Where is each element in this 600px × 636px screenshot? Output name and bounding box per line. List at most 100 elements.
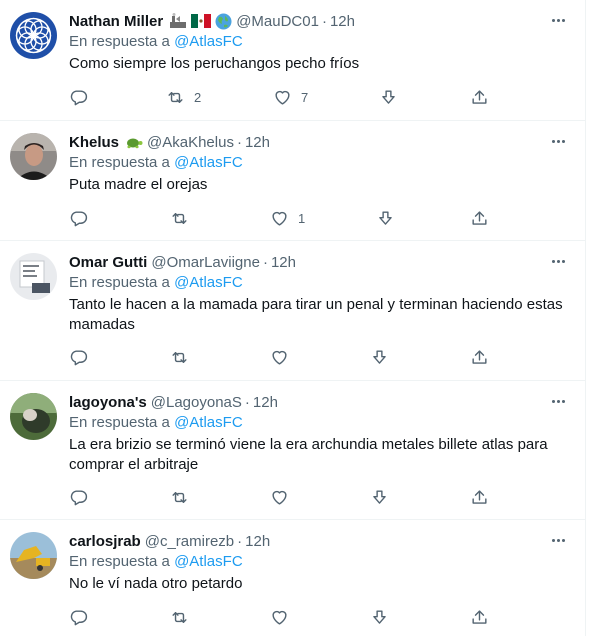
reply-mention-link[interactable]: @AtlasFC (174, 274, 243, 291)
reply-icon (70, 489, 88, 505)
retweet-count: 2 (194, 89, 202, 105)
reply-prefix: En respuesta a (69, 553, 170, 570)
timestamp[interactable]: 12h (330, 13, 355, 30)
retweet-button[interactable]: 2 (166, 86, 201, 108)
heart-icon (272, 350, 287, 365)
reply-button[interactable] (69, 86, 88, 108)
downvote-button[interactable] (370, 606, 389, 628)
reply-button[interactable] (69, 207, 88, 229)
reply-prefix: En respuesta a (69, 414, 170, 431)
tweet[interactable]: lagoyona's @LagoyonaS · 12h En respuesta… (0, 381, 585, 520)
retweet-icon (172, 212, 187, 224)
separator-dot: · (237, 532, 243, 550)
like-button[interactable] (270, 346, 289, 368)
retweet-icon (172, 491, 187, 503)
downvote-arrow-icon (379, 210, 392, 225)
tweet[interactable]: Nathan Miller @MauDC01 · 12h En respuest… (0, 0, 585, 121)
downvote-arrow-icon (382, 89, 395, 104)
globe-emoji (215, 13, 232, 29)
downvote-button[interactable] (370, 486, 389, 508)
share-button[interactable] (470, 86, 489, 108)
timestamp[interactable]: 12h (253, 394, 278, 411)
like-button[interactable] (270, 486, 289, 508)
retweet-icon (172, 611, 187, 623)
heart-icon (272, 490, 287, 505)
reply-mention-link[interactable]: @AtlasFC (174, 33, 243, 50)
tweet-text: Como siempre los peruchangos pecho fríos (69, 55, 360, 72)
retweet-button[interactable] (170, 486, 189, 508)
reply-prefix: En respuesta a (69, 154, 170, 171)
reply-context: En respuesta a @AtlasFC (69, 153, 571, 173)
like-button[interactable] (270, 606, 289, 628)
more-options-icon[interactable] (545, 131, 571, 151)
heart-icon (272, 211, 287, 226)
separator-dot: · (262, 253, 268, 271)
handle[interactable]: @AkaKhelus (147, 134, 234, 151)
more-options-icon[interactable] (545, 530, 571, 550)
avatar[interactable] (10, 532, 57, 579)
more-options-icon[interactable] (545, 391, 571, 411)
reply-mention-link[interactable]: @AtlasFC (174, 414, 243, 431)
tweet-text: La era brizio se terminó viene la era ar… (69, 436, 548, 473)
handle[interactable]: @MauDC01 (236, 13, 319, 30)
handle[interactable]: @LagoyonaS (151, 394, 242, 411)
factory-emoji (170, 13, 187, 28)
tweet-text: Puta madre el orejas (69, 176, 208, 193)
retweet-button[interactable] (170, 207, 189, 229)
downvote-button[interactable] (370, 346, 389, 368)
retweet-icon (168, 91, 183, 103)
share-button[interactable] (470, 606, 489, 628)
share-button[interactable] (470, 486, 489, 508)
reply-prefix: En respuesta a (69, 274, 170, 291)
tweet[interactable]: Omar Gutti @OmarLaviigne · 12h En respue… (0, 241, 585, 381)
display-name[interactable]: Omar Gutti (69, 254, 147, 271)
mexico-flag-emoji (191, 14, 212, 28)
reply-button[interactable] (69, 606, 88, 628)
tweet[interactable]: Khelus @AkaKhelus · 12h En respuesta a @… (0, 121, 585, 241)
downvote-arrow-icon (373, 489, 386, 504)
avatar[interactable] (10, 12, 57, 59)
tweet[interactable]: carlosjrab @c_ramirezb · 12h En respuest… (0, 520, 585, 636)
reply-button[interactable] (69, 486, 88, 508)
timestamp[interactable]: 12h (271, 254, 296, 271)
downvote-button[interactable] (376, 207, 395, 229)
timestamp[interactable]: 12h (245, 134, 270, 151)
handle[interactable]: @OmarLaviigne (151, 254, 260, 271)
share-icon (472, 489, 487, 504)
downvote-button[interactable] (379, 86, 398, 108)
share-icon (472, 609, 487, 624)
share-icon (472, 349, 487, 364)
display-name[interactable]: Nathan Miller (69, 13, 163, 30)
separator-dot: · (244, 393, 250, 411)
share-button[interactable] (470, 346, 489, 368)
display-name[interactable]: carlosjrab (69, 533, 141, 550)
reply-mention-link[interactable]: @AtlasFC (174, 154, 243, 171)
reply-icon (70, 210, 88, 226)
handle[interactable]: @c_ramirezb (145, 533, 234, 550)
like-button[interactable]: 7 (273, 86, 308, 108)
avatar[interactable] (10, 133, 57, 180)
retweet-button[interactable] (170, 606, 189, 628)
downvote-arrow-icon (373, 349, 386, 364)
tweet-text: Tanto le hacen a la mamada para tirar un… (69, 296, 563, 333)
like-button[interactable]: 1 (270, 207, 305, 229)
more-options-icon[interactable] (545, 10, 571, 30)
heart-icon (275, 90, 290, 105)
avatar[interactable] (10, 253, 57, 300)
reply-button[interactable] (69, 346, 88, 368)
like-count: 1 (298, 210, 306, 226)
display-name[interactable]: lagoyona's (69, 394, 147, 411)
downvote-arrow-icon (373, 609, 386, 624)
display-name[interactable]: Khelus (69, 134, 119, 151)
reply-context: En respuesta a @AtlasFC (69, 273, 571, 293)
tweet-text: No le ví nada otro petardo (69, 575, 243, 592)
turtle-emoji (127, 138, 143, 149)
reply-mention-link[interactable]: @AtlasFC (174, 553, 243, 570)
reply-prefix: En respuesta a (69, 33, 170, 50)
share-button[interactable] (470, 207, 489, 229)
more-options-icon[interactable] (545, 251, 571, 271)
avatar[interactable] (10, 393, 57, 440)
separator-dot: · (236, 133, 242, 151)
timestamp[interactable]: 12h (245, 533, 270, 550)
retweet-button[interactable] (170, 346, 189, 368)
